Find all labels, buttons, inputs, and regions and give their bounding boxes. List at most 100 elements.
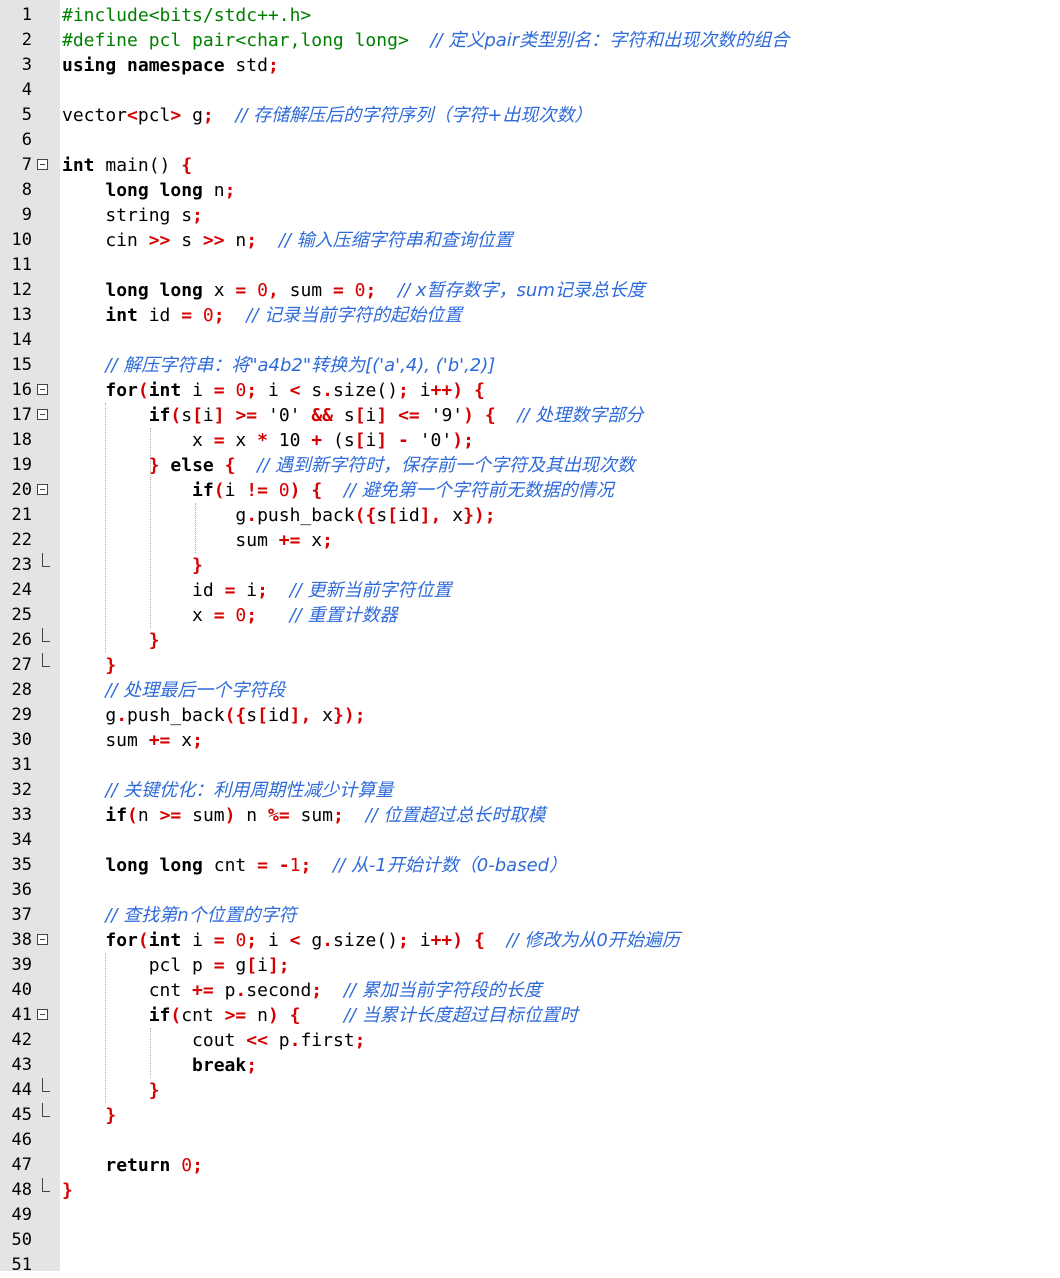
code-text: cnt += p.second; // 累加当前字符段的长度 [62,978,542,1003]
code-token: size() [333,380,399,401]
code-text: } [62,653,116,678]
code-line[interactable]: 32 // 关键优化：利用周期性减少计算量 [0,778,1060,803]
code-token: ; [246,230,258,251]
code-line[interactable]: 30 sum += x; [0,728,1060,753]
code-token: x [170,730,193,751]
code-line[interactable]: 23 } [0,553,1060,578]
fold-collapse-icon[interactable] [36,403,52,428]
code-text: x = x * 10 + (s[i] - '0'); [62,428,474,453]
code-line[interactable]: 29 g.push_back({s[id], x}); [0,703,1060,728]
code-line[interactable]: 11 [0,253,1060,278]
fold-collapse-icon[interactable] [36,478,52,503]
code-token: ] [376,430,388,451]
code-line[interactable]: 2 #define pcl pair<char,long long> // 定义p… [0,28,1060,53]
code-token: g [224,955,247,976]
code-line[interactable]: 8 long long n; [0,178,1060,203]
code-line[interactable]: 48} [0,1178,1060,1203]
fold-collapse-icon[interactable] [36,1003,52,1028]
fold-collapse-icon[interactable] [36,928,52,953]
code-keyword: long long [105,280,203,301]
code-line[interactable]: 46 [0,1128,1060,1153]
code-line[interactable]: 49 [0,1203,1060,1228]
code-line[interactable]: 44 } [0,1078,1060,1103]
code-token: string s [62,205,193,226]
code-token: [ [257,705,268,726]
code-token: 0 [181,1155,193,1176]
code-line[interactable]: 22 sum += x; [0,528,1060,553]
code-line[interactable]: 19 } else { // 遇到新字符时，保存前一个字符及其出现次数 [0,453,1060,478]
code-line[interactable]: 7 int main() { [0,153,1060,178]
code-token: { [289,1005,301,1026]
code-line[interactable]: 20 if(i != 0) { // 避免第一个字符前无数据的情况 [0,478,1060,503]
code-line[interactable]: 36 [0,878,1060,903]
code-token: s [181,405,193,426]
code-line[interactable]: 16 for(int i = 0; i < s.size(); i++) { [0,378,1060,403]
code-line[interactable]: 26 } [0,628,1060,653]
code-line[interactable]: 12 long long x = 0, sum = 0; // x暂存数字，su… [0,278,1060,303]
code-line[interactable]: 10 cin >> s >> n; // 输入压缩字符串和查询位置 [0,228,1060,253]
code-line[interactable]: 50 [0,1228,1060,1253]
code-line[interactable]: 37 // 查找第n个位置的字符 [0,903,1060,928]
code-line[interactable]: 28 // 处理最后一个字符段 [0,678,1060,703]
code-line[interactable]: 13 int id = 0; // 记录当前字符的起始位置 [0,303,1060,328]
code-line[interactable]: 43 break; [0,1053,1060,1078]
code-token: g [62,505,247,526]
code-line[interactable]: 40 cnt += p.second; // 累加当前字符段的长度 [0,978,1060,1003]
fold-collapse-icon[interactable] [36,378,52,403]
code-line[interactable]: 6 [0,128,1060,153]
code-token: * [257,430,268,451]
code-token: s [333,405,355,426]
code-line[interactable]: 4 [0,78,1060,103]
code-token: pcl [137,105,171,126]
line-number: 35 [11,855,32,875]
code-line[interactable]: 51 [0,1253,1060,1278]
code-line[interactable]: 3 using namespace std; [0,53,1060,78]
code-token: [ [192,405,203,426]
line-number: 48 [11,1180,32,1200]
code-token: push_back [257,505,355,526]
code-line[interactable]: 42 cout << p.first; [0,1028,1060,1053]
code-line[interactable]: 9 string s; [0,203,1060,228]
line-number: 27 [11,655,32,675]
code-line[interactable]: 34 [0,828,1060,853]
code-token: ( [170,405,182,426]
code-line[interactable]: 25 x = 0; // 重置计数器 [0,603,1060,628]
code-line[interactable]: 5 vector<pcl> g; // 存储解压后的字符序列（字符+出现次数） [0,103,1060,128]
line-number: 46 [11,1130,32,1150]
code-token: } [148,1080,160,1101]
code-token: 0 [257,280,268,301]
code-comment: // 累加当前字符段的长度 [343,980,542,1001]
code-line[interactable]: 39 pcl p = g[i]; [0,953,1060,978]
code-line[interactable]: 18 x = x * 10 + (s[i] - '0'); [0,428,1060,453]
code-line[interactable]: 33 if(n >= sum) n %= sum; // 位置超过总长时取模 [0,803,1060,828]
code-line[interactable]: 31 [0,753,1060,778]
code-token: x [224,430,258,451]
code-token: s [300,380,323,401]
code-line[interactable]: 27 } [0,653,1060,678]
code-token: s [246,705,258,726]
code-line[interactable]: 38 for(int i = 0; i < g.size(); i++) { /… [0,928,1060,953]
code-editor[interactable]: 1 #include<bits/stdc++.h> 2 #define pcl pai… [0,0,1060,1275]
code-line[interactable]: 14 [0,328,1060,353]
line-number: 41 [11,1005,32,1025]
code-line[interactable]: 45 } [0,1103,1060,1128]
code-line[interactable]: 17 if(s[i] >= '0' && s[i] <= '9') { // 处… [0,403,1060,428]
code-line[interactable]: 15 // 解压字符串：将"a4b2"转换为[('a',4), ('b',2)] [0,353,1060,378]
fold-collapse-icon[interactable] [36,153,52,178]
code-line[interactable]: 21 g.push_back({s[id], x}); [0,503,1060,528]
code-line[interactable]: 47 return 0; [0,1153,1060,1178]
code-line[interactable]: 41 if(cnt >= n) { // 当累计长度超过目标位置时 [0,1003,1060,1028]
code-line[interactable]: 1 #include<bits/stdc++.h> [0,3,1060,28]
code-line[interactable]: 24 id = i; // 更新当前字符位置 [0,578,1060,603]
code-token: ( [170,1005,182,1026]
code-line[interactable]: 35 long long cnt = -1; // 从-1开始计数（0-base… [0,853,1060,878]
code-comment: // 解压字符串：将"a4b2"转换为[('a',4), ('b',2)] [105,355,496,376]
line-number: 32 [11,780,32,800]
line-number: 13 [11,305,32,325]
